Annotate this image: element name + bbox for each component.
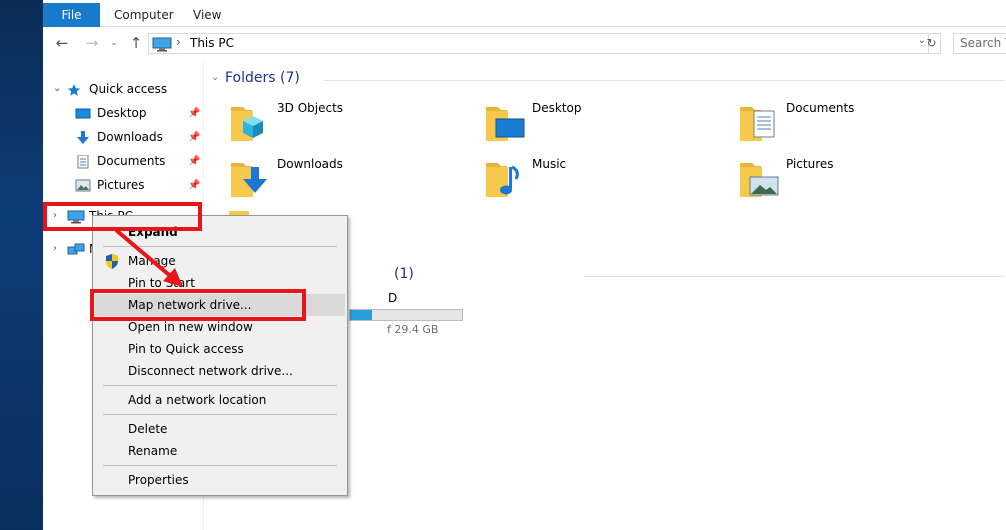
- sidebar-item-desktop[interactable]: Desktop: [75, 102, 147, 124]
- group-divider: [324, 80, 1004, 81]
- menu-item-manage[interactable]: Manage: [95, 250, 345, 272]
- menu-separator: [103, 246, 337, 247]
- menu-separator: [103, 414, 337, 415]
- breadcrumb-this-pc[interactable]: This PC: [190, 36, 234, 50]
- folder-pictures[interactable]: Pictures: [738, 155, 978, 205]
- drive-usage-fill: [350, 310, 373, 320]
- menu-item-add-network-location[interactable]: Add a network location: [95, 389, 345, 411]
- downloads-icon: [75, 130, 91, 144]
- sidebar-item-label: Quick access: [89, 82, 168, 96]
- downloads-folder-icon: [229, 155, 273, 199]
- drive-free-space: f 29.4 GB: [387, 323, 439, 336]
- network-icon: [67, 242, 85, 256]
- menu-item-disconnect-network-drive[interactable]: Disconnect network drive...: [95, 360, 345, 382]
- music-folder-icon: [484, 155, 528, 199]
- menu-separator: [103, 465, 337, 466]
- chevron-right-icon[interactable]: ›: [53, 238, 57, 260]
- desktop-icon: [75, 106, 91, 120]
- this-pc-icon: [152, 37, 172, 55]
- chevron-down-icon[interactable]: ⌄: [53, 78, 61, 100]
- folder-label: Desktop: [532, 101, 582, 115]
- navigation-bar: ← → ⌄ ↑ › This PC ⌄ ↻ Search T: [43, 27, 1006, 61]
- folders-group-title: Folders (7): [225, 70, 300, 86]
- map-network-drive-highlight-box: [90, 289, 306, 321]
- drive-label: D: [388, 291, 398, 305]
- menu-item-delete[interactable]: Delete: [95, 418, 345, 440]
- folder-label: Downloads: [277, 157, 343, 171]
- folder-downloads[interactable]: Downloads: [229, 155, 469, 205]
- recent-locations-chevron-icon[interactable]: ⌄: [105, 34, 123, 52]
- folder-music[interactable]: Music: [484, 155, 724, 205]
- documents-icon: [75, 154, 91, 169]
- 3d-objects-folder-icon: [229, 99, 273, 143]
- ribbon: File Computer View: [43, 0, 1006, 27]
- menu-item-rename[interactable]: Rename: [95, 440, 345, 462]
- sidebar-item-label: Pictures: [97, 178, 145, 192]
- folder-label: Music: [532, 157, 567, 171]
- desktop-background: [0, 0, 43, 530]
- sidebar-item-downloads[interactable]: Downloads: [77, 126, 163, 148]
- drive-usage-bar: [349, 309, 463, 321]
- tab-computer[interactable]: Computer: [102, 3, 186, 27]
- tab-file[interactable]: File: [43, 3, 100, 27]
- folder-label: 3D Objects: [277, 101, 344, 115]
- pin-icon[interactable]: 📌: [188, 180, 200, 191]
- desktop-folder-icon: [484, 99, 528, 143]
- back-arrow-icon[interactable]: ←: [53, 34, 71, 52]
- forward-arrow-icon[interactable]: →: [83, 34, 101, 52]
- pictures-icon: [75, 178, 91, 192]
- devices-group-title: (1): [394, 266, 414, 282]
- chevron-down-icon[interactable]: ⌄: [211, 72, 219, 83]
- up-arrow-icon[interactable]: ↑: [127, 34, 145, 52]
- pin-icon[interactable]: 📌: [188, 108, 200, 119]
- folder-label: Documents: [786, 101, 855, 115]
- this-pc-highlight-box: [43, 202, 202, 231]
- folder-documents[interactable]: Documents: [738, 99, 978, 149]
- tab-view[interactable]: View: [181, 3, 233, 27]
- sidebar-item-pictures[interactable]: Pictures: [75, 174, 145, 196]
- search-input[interactable]: Search T: [953, 33, 1006, 54]
- pin-icon[interactable]: 📌: [188, 156, 200, 167]
- menu-item-label: Manage: [128, 254, 176, 268]
- menu-item-pin-to-quick-access[interactable]: Pin to Quick access: [95, 338, 345, 360]
- sidebar-item-label: Desktop: [97, 106, 147, 120]
- address-bar[interactable]: › This PC ⌄: [148, 33, 929, 54]
- refresh-icon[interactable]: ↻: [923, 33, 941, 54]
- folder-label: Pictures: [786, 157, 834, 171]
- folder-desktop[interactable]: Desktop: [484, 99, 724, 149]
- breadcrumb-separator-icon: ›: [176, 35, 181, 49]
- group-divider: [584, 276, 1004, 277]
- sidebar-item-label: Documents: [97, 154, 166, 168]
- menu-separator: [103, 385, 337, 386]
- pictures-folder-icon: [738, 155, 782, 199]
- sidebar-item-quick-access[interactable]: ⌄ Quick access: [53, 78, 168, 100]
- sidebar-item-label: Downloads: [97, 130, 163, 144]
- sidebar-item-documents[interactable]: Documents: [77, 150, 166, 172]
- context-menu: Expand Manage Pin to Start Map network d…: [92, 215, 348, 496]
- documents-folder-icon: [738, 99, 782, 143]
- pin-icon[interactable]: 📌: [188, 132, 200, 143]
- folder-3d-objects[interactable]: 3D Objects: [229, 99, 469, 149]
- menu-item-properties[interactable]: Properties: [95, 469, 345, 491]
- star-icon: [67, 82, 83, 96]
